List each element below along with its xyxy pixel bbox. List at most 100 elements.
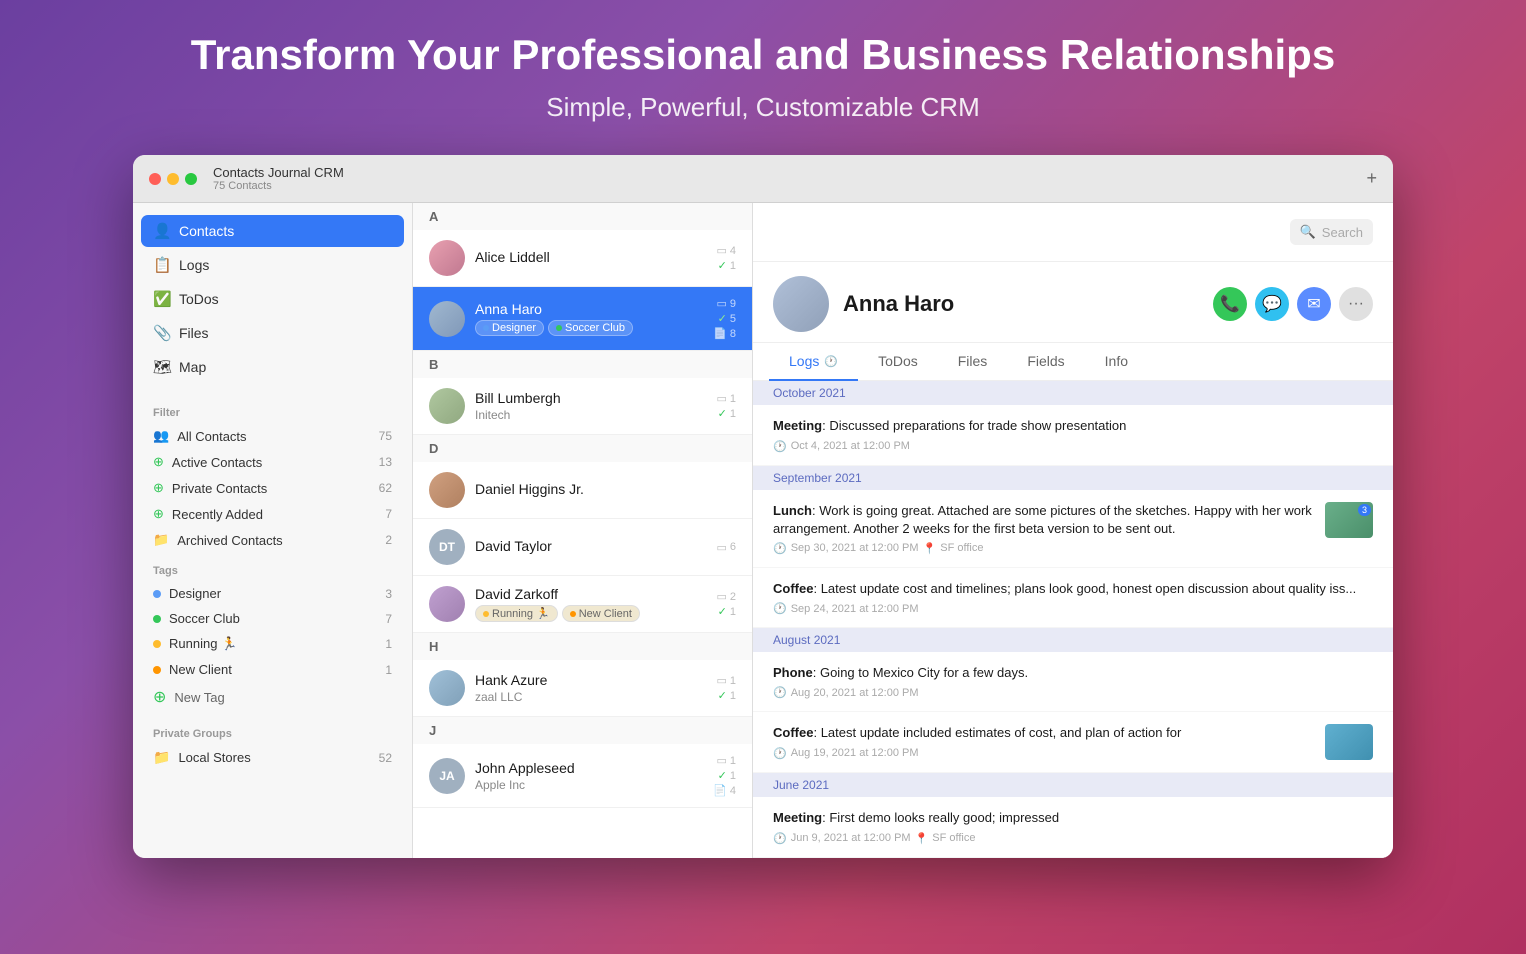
clock-icon: 🕐	[773, 832, 787, 845]
app-name-area: Contacts Journal CRM 75 Contacts	[213, 165, 344, 192]
meta-row: ▭1	[716, 392, 736, 405]
contact-count: 75 Contacts	[213, 180, 344, 192]
add-new-tag-button[interactable]: ⊕ New Tag	[133, 682, 412, 712]
more-button[interactable]: ···	[1339, 287, 1373, 321]
contact-item-anna[interactable]: Anna Haro Designer Soccer Club ▭9	[413, 287, 752, 351]
app-name: Contacts Journal CRM	[213, 165, 344, 180]
log-title-coffee-sept: Coffee: Latest update cost and timelines…	[773, 580, 1373, 598]
contact-item-bill[interactable]: Bill Lumbergh Initech ▭1 ✓1	[413, 378, 752, 435]
log-location-june: SF office	[932, 832, 975, 844]
tag-designer[interactable]: Designer 3	[133, 581, 412, 606]
contact-info-john: John Appleseed Apple Inc	[475, 760, 713, 792]
filter-private-contacts[interactable]: ⊕ Private Contacts 62	[133, 475, 412, 501]
add-contact-button[interactable]: +	[1366, 168, 1377, 189]
dz-tag-running: Running 🏃	[475, 605, 558, 622]
log-entry-meeting-oct[interactable]: Meeting: Discussed preparations for trad…	[753, 405, 1393, 465]
contact-item-john[interactable]: JA John Appleseed Apple Inc ▭1 ✓1 📄4	[413, 744, 752, 808]
designer-tag-dot	[483, 325, 489, 331]
log-icon: ▭	[716, 392, 726, 405]
contact-meta-anna: ▭9 ✓5 📄8	[713, 297, 736, 340]
log-entry-coffee-sept[interactable]: Coffee: Latest update cost and timelines…	[753, 568, 1393, 628]
log-type-meeting-june: Meeting	[773, 810, 822, 825]
check-icon: ✓	[718, 407, 727, 420]
filter-recently-added[interactable]: ⊕ Recently Added 7	[133, 501, 412, 527]
sidebar-item-files[interactable]: 📎 Files	[141, 317, 404, 349]
phone-button[interactable]: 📞	[1213, 287, 1247, 321]
sidebar-item-todos[interactable]: ✅ ToDos	[141, 283, 404, 315]
john-file-count: 4	[730, 785, 736, 797]
maximize-button[interactable]	[185, 173, 197, 185]
filter-active-contacts[interactable]: ⊕ Active Contacts 13	[133, 449, 412, 475]
tab-fields[interactable]: Fields	[1007, 343, 1084, 381]
david-z-tags: Running 🏃 New Client	[475, 605, 716, 622]
dz-newclient-label: New Client	[579, 608, 632, 620]
log-icon: ▭	[716, 297, 726, 310]
designer-dot	[153, 590, 161, 598]
tag-new-client[interactable]: New Client 1	[133, 657, 412, 682]
log-entry-meeting-june[interactable]: Meeting: First demo looks really good; i…	[753, 797, 1393, 857]
newclient-dot	[153, 666, 161, 674]
anna-tags: Designer Soccer Club	[475, 320, 713, 336]
contact-item-hank[interactable]: Hank Azure zaal LLC ▭1 ✓1	[413, 660, 752, 717]
log-date-lunch: 🕐 Sep 30, 2021 at 12:00 PM 📍 SF office	[773, 542, 1315, 555]
log-text-lunch-sept: Lunch: Work is going great. Attached are…	[773, 502, 1315, 555]
meta-row: 📄8	[713, 327, 736, 340]
log-entry-coffee-aug[interactable]: Coffee: Latest update included estimates…	[753, 712, 1393, 773]
mail-button[interactable]: ✉	[1297, 287, 1331, 321]
detail-actions: 📞 💬 ✉ ···	[1213, 287, 1373, 321]
contact-name-david-zarkoff: David Zarkoff	[475, 586, 716, 602]
log-type-lunch: Lunch	[773, 503, 812, 518]
thumb-badge-lunch: 3	[1358, 504, 1371, 516]
soccer-dot	[153, 615, 161, 623]
close-button[interactable]	[149, 173, 161, 185]
message-button[interactable]: 💬	[1255, 287, 1289, 321]
sidebar-item-logs[interactable]: 📋 Logs	[141, 249, 404, 281]
contact-meta-david-taylor: ▭6	[716, 541, 736, 554]
log-date-meeting-oct: 🕐 Oct 4, 2021 at 12:00 PM	[773, 440, 1373, 453]
detail-avatar	[773, 276, 829, 332]
group-local-stores[interactable]: 📁 Local Stores 52	[133, 744, 412, 771]
search-bar[interactable]: 🔍 Search	[1290, 219, 1373, 245]
log-date-meeting-june: 🕐 Jun 9, 2021 at 12:00 PM 📍 SF office	[773, 832, 1373, 845]
tab-logs[interactable]: Logs 🕐	[769, 343, 858, 381]
sidebar-item-map[interactable]: 🗺 Map	[141, 351, 404, 383]
filter-active-count: 13	[379, 455, 392, 469]
log-entry-lunch-sept[interactable]: Lunch: Work is going great. Attached are…	[753, 490, 1393, 568]
tab-files[interactable]: Files	[938, 343, 1008, 381]
log-date-text: Sep 30, 2021 at 12:00 PM	[791, 542, 919, 554]
sidebar-files-label: Files	[179, 325, 209, 341]
sidebar-item-contacts[interactable]: 👤 Contacts	[141, 215, 404, 247]
log-month-august: August 2021	[753, 628, 1393, 652]
detail-name-area: Anna Haro	[843, 291, 954, 317]
log-text-coffee-sept: Coffee: Latest update cost and timelines…	[773, 580, 1373, 615]
contact-sub-bill: Initech	[475, 408, 716, 422]
contact-name-hank: Hank Azure	[475, 672, 716, 688]
tag-soccer-club[interactable]: Soccer Club 7	[133, 606, 412, 631]
filter-archived-contacts[interactable]: 📁 Archived Contacts 2	[133, 527, 412, 553]
tag-newclient-count: 1	[385, 663, 392, 677]
john-todo-count: 1	[730, 770, 736, 782]
section-header-d: D	[413, 435, 752, 462]
contact-item-alice[interactable]: Alice Liddell ▭4 ✓1	[413, 230, 752, 287]
log-month-sept: September 2021	[753, 466, 1393, 490]
info-tab-label: Info	[1105, 353, 1128, 369]
active-icon: ⊕	[153, 454, 164, 470]
logs-icon: 📋	[153, 256, 171, 274]
contact-item-david-zarkoff[interactable]: David Zarkoff Running 🏃 New Client ▭2	[413, 576, 752, 633]
contact-item-daniel[interactable]: Daniel Higgins Jr.	[413, 462, 752, 519]
tab-todos[interactable]: ToDos	[858, 343, 938, 381]
tag-running[interactable]: Running 🏃 1	[133, 631, 412, 657]
tab-info[interactable]: Info	[1085, 343, 1148, 381]
todo-count: 1	[730, 260, 736, 272]
log-count-icon: ▭	[716, 244, 726, 257]
hero-subtitle: Simple, Powerful, Customizable CRM	[546, 92, 979, 123]
log-entry-phone-aug[interactable]: Phone: Going to Mexico City for a few da…	[753, 652, 1393, 712]
filter-all-count: 75	[379, 429, 392, 443]
log-title-lunch-sept: Lunch: Work is going great. Attached are…	[773, 502, 1315, 538]
contact-item-david-taylor[interactable]: DT David Taylor ▭6	[413, 519, 752, 576]
filter-all-contacts[interactable]: 👥 All Contacts 75	[133, 423, 412, 449]
newclient-tag-dot	[570, 611, 576, 617]
log-month-october: October 2021	[753, 381, 1393, 405]
contact-info-daniel: Daniel Higgins Jr.	[475, 481, 736, 499]
minimize-button[interactable]	[167, 173, 179, 185]
